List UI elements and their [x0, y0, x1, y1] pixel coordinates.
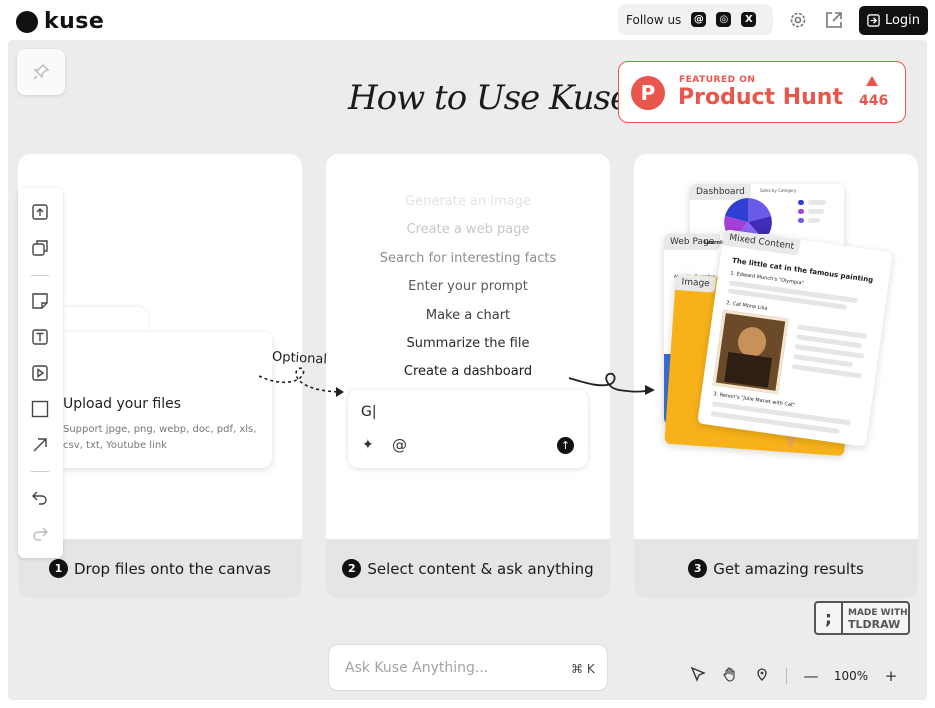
undo-icon[interactable]: [30, 487, 50, 507]
prompt-suggestion[interactable]: Enter your prompt: [326, 273, 610, 301]
select-cursor-icon[interactable]: [682, 666, 714, 686]
zoom-in-icon[interactable]: +: [875, 667, 907, 685]
prompt-input-box[interactable]: G| ✦ @ ↑: [348, 390, 588, 468]
image-tag: Image: [675, 273, 717, 293]
pin-icon: [33, 63, 50, 80]
tldraw-logo-icon: ;: [816, 603, 843, 633]
copy-pages-icon[interactable]: [30, 238, 50, 258]
upvote-triangle-icon: [866, 76, 878, 86]
location-map-icon[interactable]: [746, 666, 778, 686]
redo-icon[interactable]: [30, 523, 50, 543]
settings-gear-icon[interactable]: [788, 10, 808, 30]
zoom-out-icon[interactable]: —: [795, 667, 827, 685]
top-bar: kuse Follow us @ ◎ X Login: [0, 0, 935, 40]
text-tool-icon[interactable]: [30, 327, 50, 347]
login-icon: [867, 14, 880, 27]
optional-label: Optional: [271, 349, 328, 368]
toolbar-divider: [31, 471, 49, 472]
toolbar-divider: [31, 275, 49, 276]
step-number-2: 2: [342, 559, 362, 578]
left-tool-toolbar: [18, 188, 63, 558]
mona-lisa-cat-image: [712, 309, 789, 395]
step-label-3: Get amazing results: [713, 559, 864, 578]
sticky-note-icon[interactable]: [30, 291, 50, 311]
kuse-logo[interactable]: kuse: [16, 9, 104, 34]
step-footer-3: 3 Get amazing results: [634, 539, 918, 598]
login-button[interactable]: Login: [859, 6, 928, 35]
arrow-tool-icon[interactable]: [30, 435, 50, 455]
mixed-content-title: The little cat in the famous painting: [731, 256, 874, 285]
step-number-1: 1: [48, 559, 68, 578]
mention-at-icon[interactable]: @: [392, 436, 407, 454]
prompt-suggestions: Generate an image Create a web page Sear…: [326, 188, 610, 387]
prompt-suggestion[interactable]: Search for interesting facts: [326, 245, 610, 273]
prompt-suggestion[interactable]: Summarize the file: [326, 330, 610, 358]
instagram-icon[interactable]: ◎: [716, 12, 732, 27]
mixed-content-preview: Mixed Content The little cat in the famo…: [697, 229, 893, 447]
step-label-1: Drop files onto the canvas: [73, 559, 271, 578]
logo-text: kuse: [44, 9, 105, 34]
result-arrow: [568, 372, 655, 395]
upload-file-icon[interactable]: [30, 202, 50, 222]
x-icon[interactable]: X: [741, 12, 757, 27]
follow-us-group: Follow us @ ◎ X: [618, 4, 773, 35]
producthunt-featured-label: FEATURED ON: [679, 75, 756, 85]
send-arrow-icon[interactable]: ↑: [557, 437, 574, 454]
video-play-icon[interactable]: [30, 363, 50, 383]
prompt-suggestion[interactable]: Create a web page: [326, 216, 610, 244]
dashboard-chart-title: Sales by Category: [760, 188, 797, 193]
upload-subtitle: Support jpge, png, webp, doc, pdf, xls, …: [63, 424, 257, 451]
ask-placeholder: Ask Kuse Anything...: [345, 660, 489, 676]
prompt-suggestion[interactable]: Generate an image: [326, 188, 610, 216]
canvas-controls: — 100% +: [682, 663, 907, 689]
hand-pan-icon[interactable]: [714, 666, 746, 686]
producthunt-badge[interactable]: P FEATURED ON Product Hunt 446: [618, 61, 906, 123]
made-with-tldraw-badge[interactable]: ; MADE WITH TLDRAW: [814, 601, 910, 635]
canvas[interactable]: How to Use Kuse? P FEATURED ON Product H…: [8, 40, 927, 700]
step-card-results: Dashboard Sales by Category Web Page Lea…: [634, 154, 918, 598]
logo-mark: [16, 10, 38, 33]
follow-label: Follow us: [626, 12, 682, 27]
upload-title: Upload your files: [63, 396, 182, 412]
login-label: Login: [884, 13, 921, 28]
controls-divider: [786, 668, 787, 684]
step-footer-2: 2 Select content & ask anything: [326, 539, 610, 598]
zoom-level: 100%: [833, 669, 869, 683]
step-label-2: Select content & ask anything: [367, 559, 594, 578]
ask-kuse-input[interactable]: Ask Kuse Anything... ⌘ K: [328, 644, 608, 691]
page-title: How to Use Kuse?: [348, 78, 647, 118]
ask-shortcut: ⌘ K: [571, 662, 595, 676]
rectangle-tool-icon[interactable]: [30, 399, 50, 419]
producthunt-upvote-count: 446: [859, 93, 889, 109]
producthunt-name: Product Hunt: [678, 85, 843, 110]
step-number-3: 3: [688, 559, 708, 578]
threads-icon[interactable]: @: [691, 12, 707, 27]
tldraw-line2: TLDRAW: [848, 618, 901, 631]
magic-wand-icon[interactable]: ✦: [362, 437, 374, 453]
prompt-suggestion[interactable]: Make a chart: [326, 302, 610, 330]
producthunt-logo: P: [631, 76, 665, 110]
pin-button[interactable]: [17, 49, 65, 95]
open-external-icon[interactable]: [824, 10, 844, 30]
prompt-input-value[interactable]: G|: [361, 404, 377, 420]
